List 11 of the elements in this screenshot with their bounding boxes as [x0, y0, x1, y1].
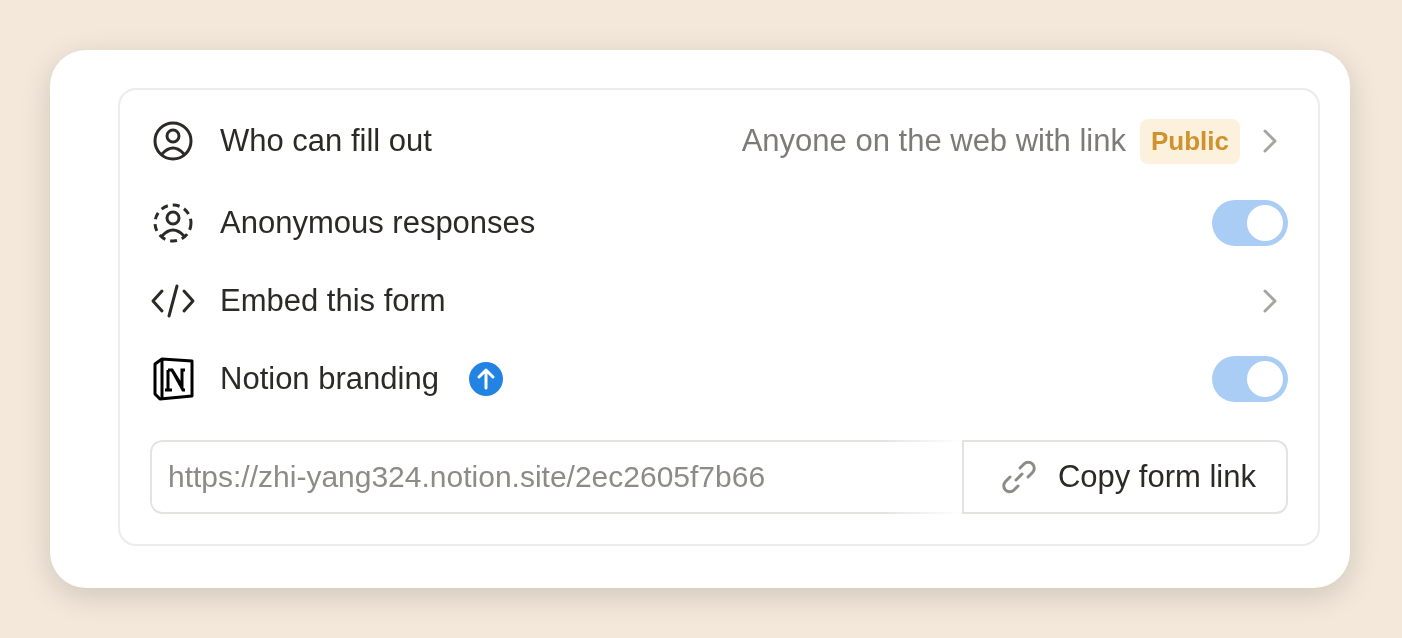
toggle-switch[interactable]: [1212, 356, 1288, 402]
chevron-right-icon[interactable]: [1262, 288, 1278, 314]
access-value[interactable]: Anyone on the web with link: [741, 123, 1126, 159]
chevron-right-icon[interactable]: [1262, 128, 1278, 154]
toggle-switch[interactable]: [1212, 200, 1288, 246]
setting-label: Who can fill out: [220, 123, 432, 159]
public-tag: Public: [1140, 118, 1240, 164]
setting-label: Anonymous responses: [220, 205, 536, 241]
setting-label: Embed this form: [220, 283, 446, 319]
copy-link-button[interactable]: Copy form link: [961, 440, 1288, 514]
setting-label: Notion branding: [220, 361, 439, 397]
